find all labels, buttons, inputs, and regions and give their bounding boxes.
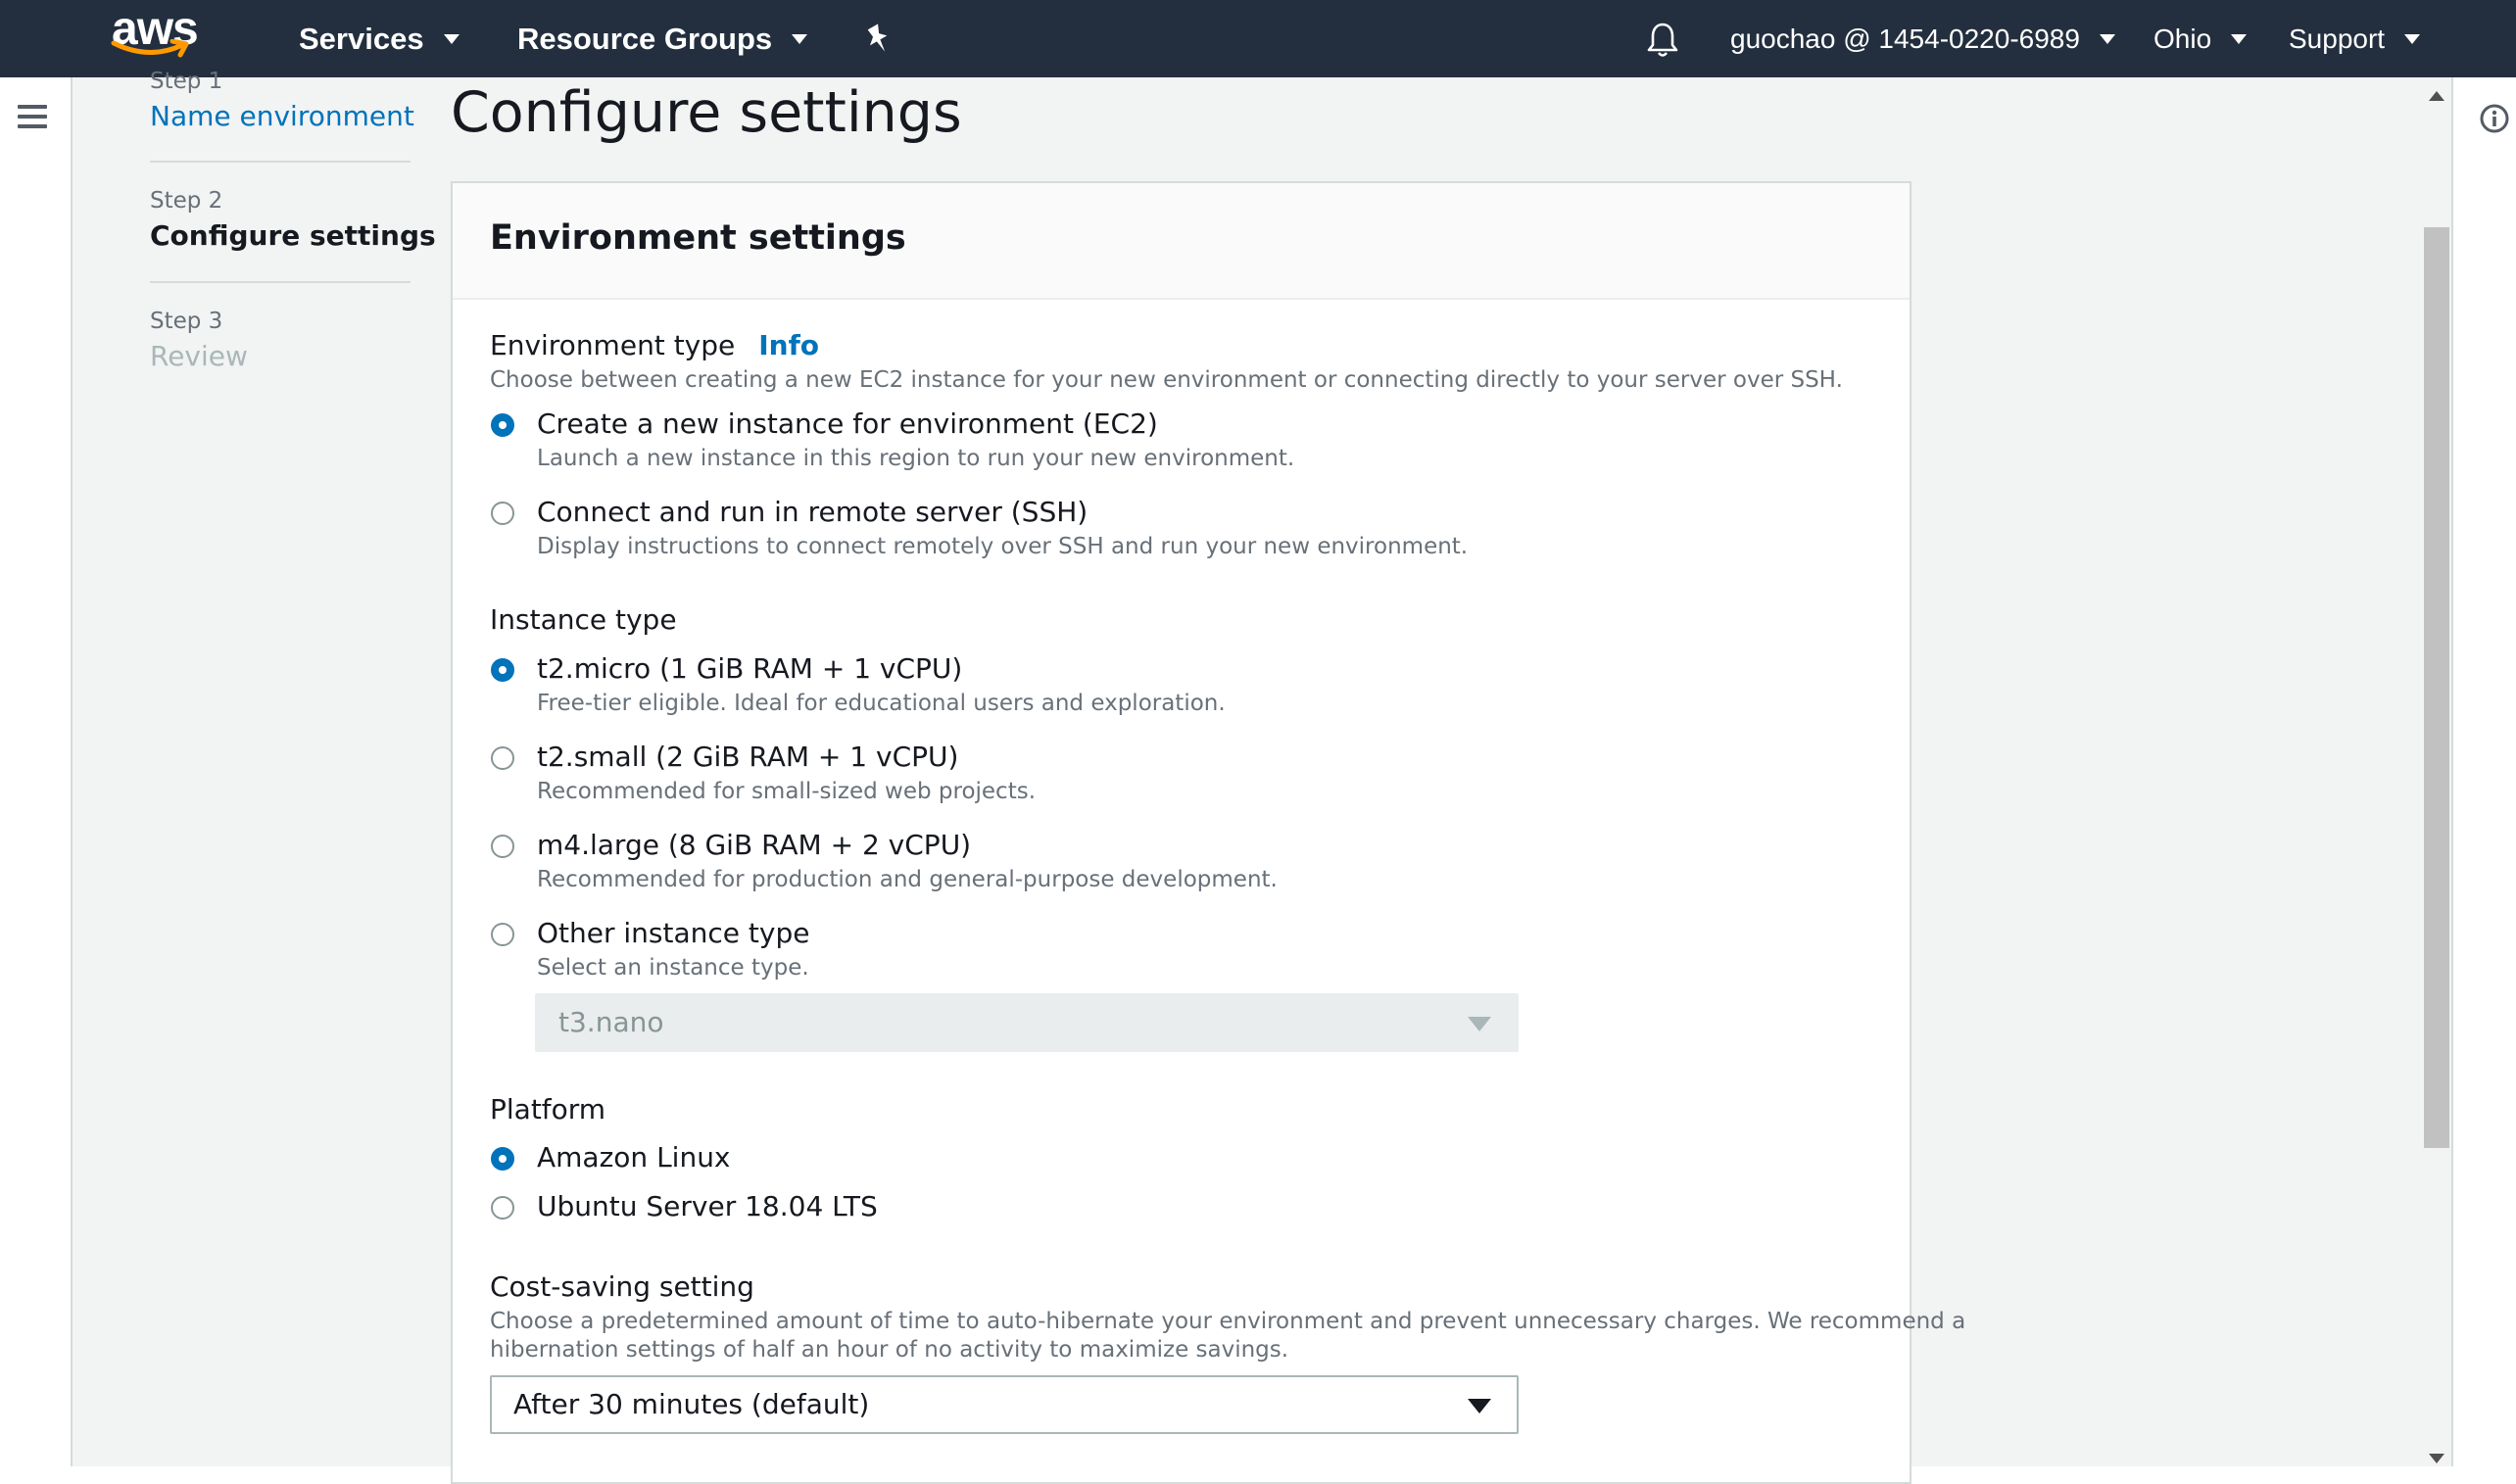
step-divider: [150, 161, 411, 163]
m4-large-radio[interactable]: [491, 835, 514, 858]
resource-groups-label: Resource Groups: [517, 22, 773, 56]
support-label: Support: [2289, 24, 2386, 54]
scroll-up-arrow-icon[interactable]: [2429, 91, 2444, 101]
chevron-down-icon: [2099, 33, 2115, 44]
other-instance-type-value: t3.nano: [558, 1006, 664, 1038]
other-instance-radio[interactable]: [491, 923, 514, 946]
region-menu[interactable]: Ohio: [2153, 0, 2248, 77]
dropdown-arrow-icon: [1468, 1017, 1491, 1031]
other-instance-type-select[interactable]: t3.nano: [535, 993, 1519, 1052]
support-menu[interactable]: Support: [2289, 0, 2421, 77]
t2-small-label[interactable]: t2.small (2 GiB RAM + 1 vCPU): [537, 741, 958, 773]
panel-header: Environment settings: [453, 183, 1910, 300]
cost-saving-select[interactable]: After 30 minutes (default): [490, 1375, 1519, 1434]
other-instance-description: Select an instance type.: [537, 955, 809, 981]
t2-small-radio[interactable]: [491, 746, 514, 770]
panel-title: Environment settings: [490, 218, 906, 258]
scroll-down-arrow-icon[interactable]: [2429, 1454, 2444, 1463]
ubuntu-radio[interactable]: [491, 1196, 514, 1220]
step-3-title: Review: [150, 340, 248, 372]
ssh-option-description: Display instructions to connect remotely…: [537, 534, 1469, 559]
platform-label: Platform: [490, 1093, 606, 1125]
scrollbar-thumb[interactable]: [2424, 227, 2449, 1148]
environment-type-description: Choose between creating a new EC2 instan…: [490, 367, 1843, 393]
aws-smile-icon: [111, 39, 189, 58]
hamburger-menu-icon[interactable]: [18, 105, 47, 128]
environment-type-text: Environment type: [490, 329, 736, 361]
environment-type-info-link[interactable]: Info: [758, 329, 819, 361]
t2-small-description: Recommended for small-sized web projects…: [537, 779, 1037, 804]
m4-large-label[interactable]: m4.large (8 GiB RAM + 2 vCPU): [537, 829, 971, 861]
cost-saving-description-line2: hibernation settings of half an hour of …: [490, 1337, 1289, 1363]
ec2-option-label[interactable]: Create a new instance for environment (E…: [537, 407, 1158, 440]
chevron-down-icon: [2404, 33, 2421, 44]
account-label: guochao @ 1454-0220-6989: [1730, 24, 2080, 54]
ec2-option-description: Launch a new instance in this region to …: [537, 446, 1295, 471]
environment-type-label: Environment type Info: [490, 329, 819, 361]
ssh-radio[interactable]: [491, 502, 514, 525]
chevron-down-icon: [2231, 33, 2248, 44]
pin-icon[interactable]: [864, 24, 894, 55]
services-menu[interactable]: Services: [299, 0, 460, 77]
cost-saving-value: After 30 minutes (default): [513, 1388, 870, 1420]
step-1-number: Step 1: [150, 69, 223, 94]
top-navigation: aws Services Resource Groups guochao @ 1…: [0, 0, 2516, 77]
aws-logo[interactable]: aws: [110, 0, 199, 77]
t2-micro-radio[interactable]: [491, 658, 514, 682]
cost-saving-description-line1: Choose a predetermined amount of time to…: [490, 1309, 1966, 1334]
chevron-down-icon: [443, 33, 460, 44]
page-title: Configure settings: [451, 80, 962, 145]
step-2: Step 2 Configure settings: [150, 188, 436, 252]
step-divider: [150, 281, 411, 283]
ubuntu-label[interactable]: Ubuntu Server 18.04 LTS: [537, 1190, 878, 1222]
step-1[interactable]: Step 1 Name environment: [150, 69, 414, 132]
resource-groups-menu[interactable]: Resource Groups: [517, 0, 808, 77]
step-1-title[interactable]: Name environment: [150, 100, 414, 132]
left-rail: [0, 77, 73, 1466]
ssh-option-label[interactable]: Connect and run in remote server (SSH): [537, 496, 1088, 528]
ec2-radio[interactable]: [491, 413, 514, 437]
amazon-linux-radio[interactable]: [491, 1147, 514, 1171]
step-2-title: Configure settings: [150, 219, 436, 252]
right-rail: [2451, 77, 2516, 1466]
bell-icon[interactable]: [1646, 22, 1679, 59]
services-label: Services: [299, 22, 424, 56]
t2-micro-description: Free-tier eligible. Ideal for educationa…: [537, 691, 1226, 716]
t2-micro-label[interactable]: t2.micro (1 GiB RAM + 1 vCPU): [537, 652, 962, 685]
account-menu[interactable]: guochao @ 1454-0220-6989: [1730, 0, 2115, 77]
instance-type-label: Instance type: [490, 603, 677, 636]
step-3: Step 3 Review: [150, 309, 248, 372]
step-2-number: Step 2: [150, 188, 223, 214]
chevron-down-icon: [792, 33, 808, 44]
region-label: Ohio: [2153, 24, 2212, 54]
amazon-linux-label[interactable]: Amazon Linux: [537, 1141, 731, 1173]
other-instance-label[interactable]: Other instance type: [537, 917, 809, 949]
m4-large-description: Recommended for production and general-p…: [537, 867, 1278, 892]
dropdown-arrow-icon: [1468, 1399, 1491, 1413]
step-3-number: Step 3: [150, 309, 223, 334]
cost-saving-label: Cost-saving setting: [490, 1270, 754, 1303]
info-circle-icon[interactable]: [2479, 103, 2510, 138]
